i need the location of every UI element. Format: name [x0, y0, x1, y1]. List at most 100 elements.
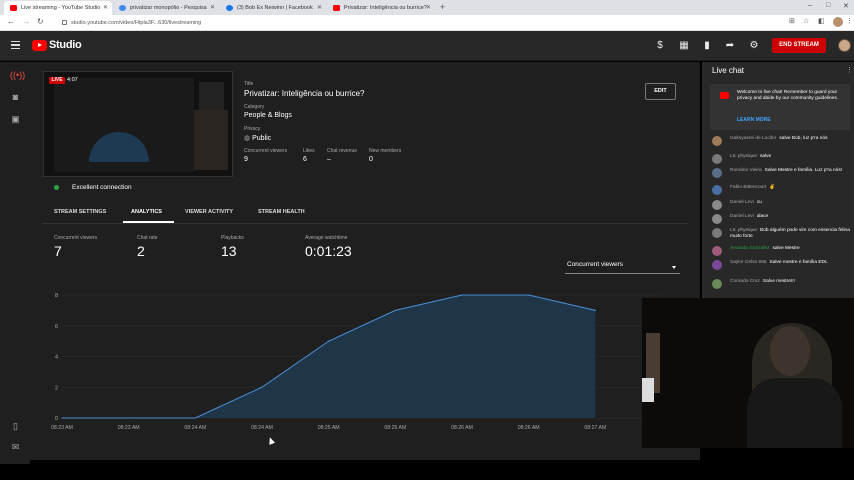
close-tab-icon[interactable]: ✕ [210, 4, 215, 11]
more-vert-icon[interactable]: ⋮ [846, 66, 853, 74]
welcome-text: Welcome to live chat! Remember to guard … [737, 90, 839, 101]
feedback-icon[interactable]: ✉ [10, 442, 21, 453]
end-stream-button[interactable]: END STREAM [772, 38, 826, 53]
stat-value: 2 [137, 243, 145, 259]
youtube-logo-icon[interactable] [32, 40, 47, 51]
browser-menu-icon[interactable]: ⋮ [846, 17, 853, 25]
chat-message-body: Saylor Celso 666 Salve mestre e família E… [730, 260, 850, 266]
close-window-icon[interactable]: ✕ [843, 2, 849, 10]
calendar-icon[interactable]: ▣ [10, 114, 21, 125]
tab-viewer-activity[interactable]: VIEWER ACTIVITY [185, 209, 233, 215]
bookmark-icon[interactable]: ▮ [701, 40, 713, 51]
edit-button[interactable]: EDIT [645, 83, 676, 100]
account-avatar[interactable] [838, 39, 851, 52]
stream-preview-thumbnail[interactable] [43, 71, 233, 177]
webcam-icon[interactable]: ◙ [10, 92, 21, 103]
browser-tab-2[interactable]: (3) Bob Ex Neiwinn | Facebook ✕ [220, 1, 326, 15]
y-tick-label: 2 [55, 385, 58, 391]
browser-tab-1[interactable]: privatizar monopólio - Pesquisa ✕ [113, 1, 219, 15]
clapperboard-icon[interactable]: ▦ [678, 40, 690, 51]
translate-icon[interactable]: ⊞ [789, 17, 795, 25]
chat-author[interactable]: Amanda Gonzalez [730, 246, 769, 251]
x-tick-label: 08:24 AM [184, 425, 206, 431]
privacy-label: Privacy [244, 126, 261, 132]
settings-gear-icon[interactable]: ⚙ [748, 40, 760, 51]
tab-title: (3) Bob Ex Neiwinn | Facebook [237, 5, 313, 11]
chat-avatar[interactable] [712, 154, 722, 164]
live-badge: LIVE [49, 77, 65, 84]
studio-logo-text[interactable]: Studio [49, 39, 82, 51]
stat-label: Chat rate [137, 235, 158, 241]
metric-value: 6 [303, 156, 307, 163]
metric-value: 9 [244, 156, 248, 163]
new-tab-icon[interactable]: + [440, 2, 445, 12]
profile-avatar[interactable] [833, 17, 843, 27]
chat-author[interactable]: Conrado Cruz [730, 279, 760, 284]
data-point [461, 294, 463, 296]
back-icon[interactable]: ← [7, 17, 15, 26]
google-favicon-icon [119, 5, 126, 11]
maximize-icon[interactable]: □ [826, 2, 830, 9]
close-tab-icon[interactable]: ✕ [317, 4, 322, 11]
chat-message-body: Conrado Cruz Salve mestre!!! [730, 279, 850, 285]
dollar-icon[interactable]: $ [654, 40, 666, 51]
browser-tab-3[interactable]: Privatizar: Inteligência ou burrice? ✕ [327, 1, 435, 15]
data-point [394, 309, 396, 311]
chat-message-body: LIL physique salve [730, 154, 850, 160]
chat-text: Salve Mestre e família. Luz p'ra nós! [764, 168, 843, 173]
bookmark-star-icon[interactable]: ☆ [803, 17, 809, 25]
tab-stream-settings[interactable]: STREAM SETTINGS [54, 209, 106, 215]
chat-avatar[interactable] [712, 214, 722, 224]
data-point [261, 386, 263, 388]
metric-dropdown[interactable]: Concurrent viewers [565, 261, 680, 274]
url-field[interactable]: studio.youtube.com/video/Htpla3F...630/l… [52, 18, 772, 29]
chat-author[interactable]: Isaksyasrei de Lucifer [730, 136, 776, 141]
stat-label: Playbacks [221, 235, 244, 241]
live-time: 4:07 [67, 77, 78, 83]
chat-author[interactable]: Daniel Levi [730, 200, 754, 205]
menu-icon[interactable] [11, 41, 20, 49]
tab-stream-health[interactable]: STREAM HEALTH [258, 209, 305, 215]
chat-text: ✌ [769, 185, 776, 190]
tab-title: privatizar monopólio - Pesquisa [130, 5, 207, 11]
chat-avatar[interactable] [712, 185, 722, 195]
person-face [770, 326, 810, 376]
tab-analytics[interactable]: ANALYTICS [131, 209, 162, 215]
forward-icon[interactable]: → [22, 17, 30, 26]
browser-tab-0[interactable]: Live streaming - YouTube Studio ✕ [4, 1, 112, 15]
youtube-favicon-icon [10, 5, 17, 11]
learn-more-link[interactable]: LEARN MORE [737, 117, 771, 123]
chat-avatar[interactable] [712, 168, 722, 178]
chat-author[interactable]: LIL physique [730, 154, 757, 159]
chat-author[interactable]: Daniel Levi [730, 214, 754, 219]
chat-author[interactable]: LIL physique [730, 228, 757, 233]
chat-avatar[interactable] [712, 260, 722, 270]
connection-status: Excellent connection [72, 184, 132, 191]
globe-icon: ◍ [244, 135, 251, 142]
x-tick-label: 08:24 AM [251, 425, 273, 431]
youtube-logo-icon [720, 92, 729, 99]
chat-author[interactable]: Romário Vieira [730, 168, 762, 173]
data-point [61, 417, 63, 419]
metric-value: – [327, 156, 331, 163]
mobile-icon[interactable]: ▯ [10, 421, 21, 432]
chat-author[interactable]: Saylor Celso 666 [730, 260, 767, 265]
close-tab-icon[interactable]: ✕ [426, 4, 431, 11]
minimize-icon[interactable]: – [808, 2, 812, 9]
close-tab-icon[interactable]: ✕ [103, 4, 108, 11]
chat-avatar[interactable] [712, 246, 722, 256]
chat-avatar[interactable] [712, 200, 722, 210]
live-stream-icon[interactable]: ((•)) [10, 70, 25, 81]
chat-author[interactable]: Fabio Bittencourt [730, 185, 766, 190]
extension-icon[interactable]: ◧ [818, 17, 825, 25]
data-point [128, 417, 130, 419]
share-icon[interactable]: ➦ [724, 40, 736, 51]
chat-avatar[interactable] [712, 136, 722, 146]
chat-message-body: Romário Vieira Salve Mestre e família. Lu… [730, 168, 850, 174]
webcam-overlay [642, 298, 854, 448]
chat-text: salve Bob, luz p'ra nós [779, 136, 828, 141]
chat-avatar[interactable] [712, 228, 722, 238]
reload-icon[interactable]: ↻ [37, 17, 44, 26]
x-tick-label: 08:26 AM [451, 425, 473, 431]
chat-avatar[interactable] [712, 279, 722, 289]
